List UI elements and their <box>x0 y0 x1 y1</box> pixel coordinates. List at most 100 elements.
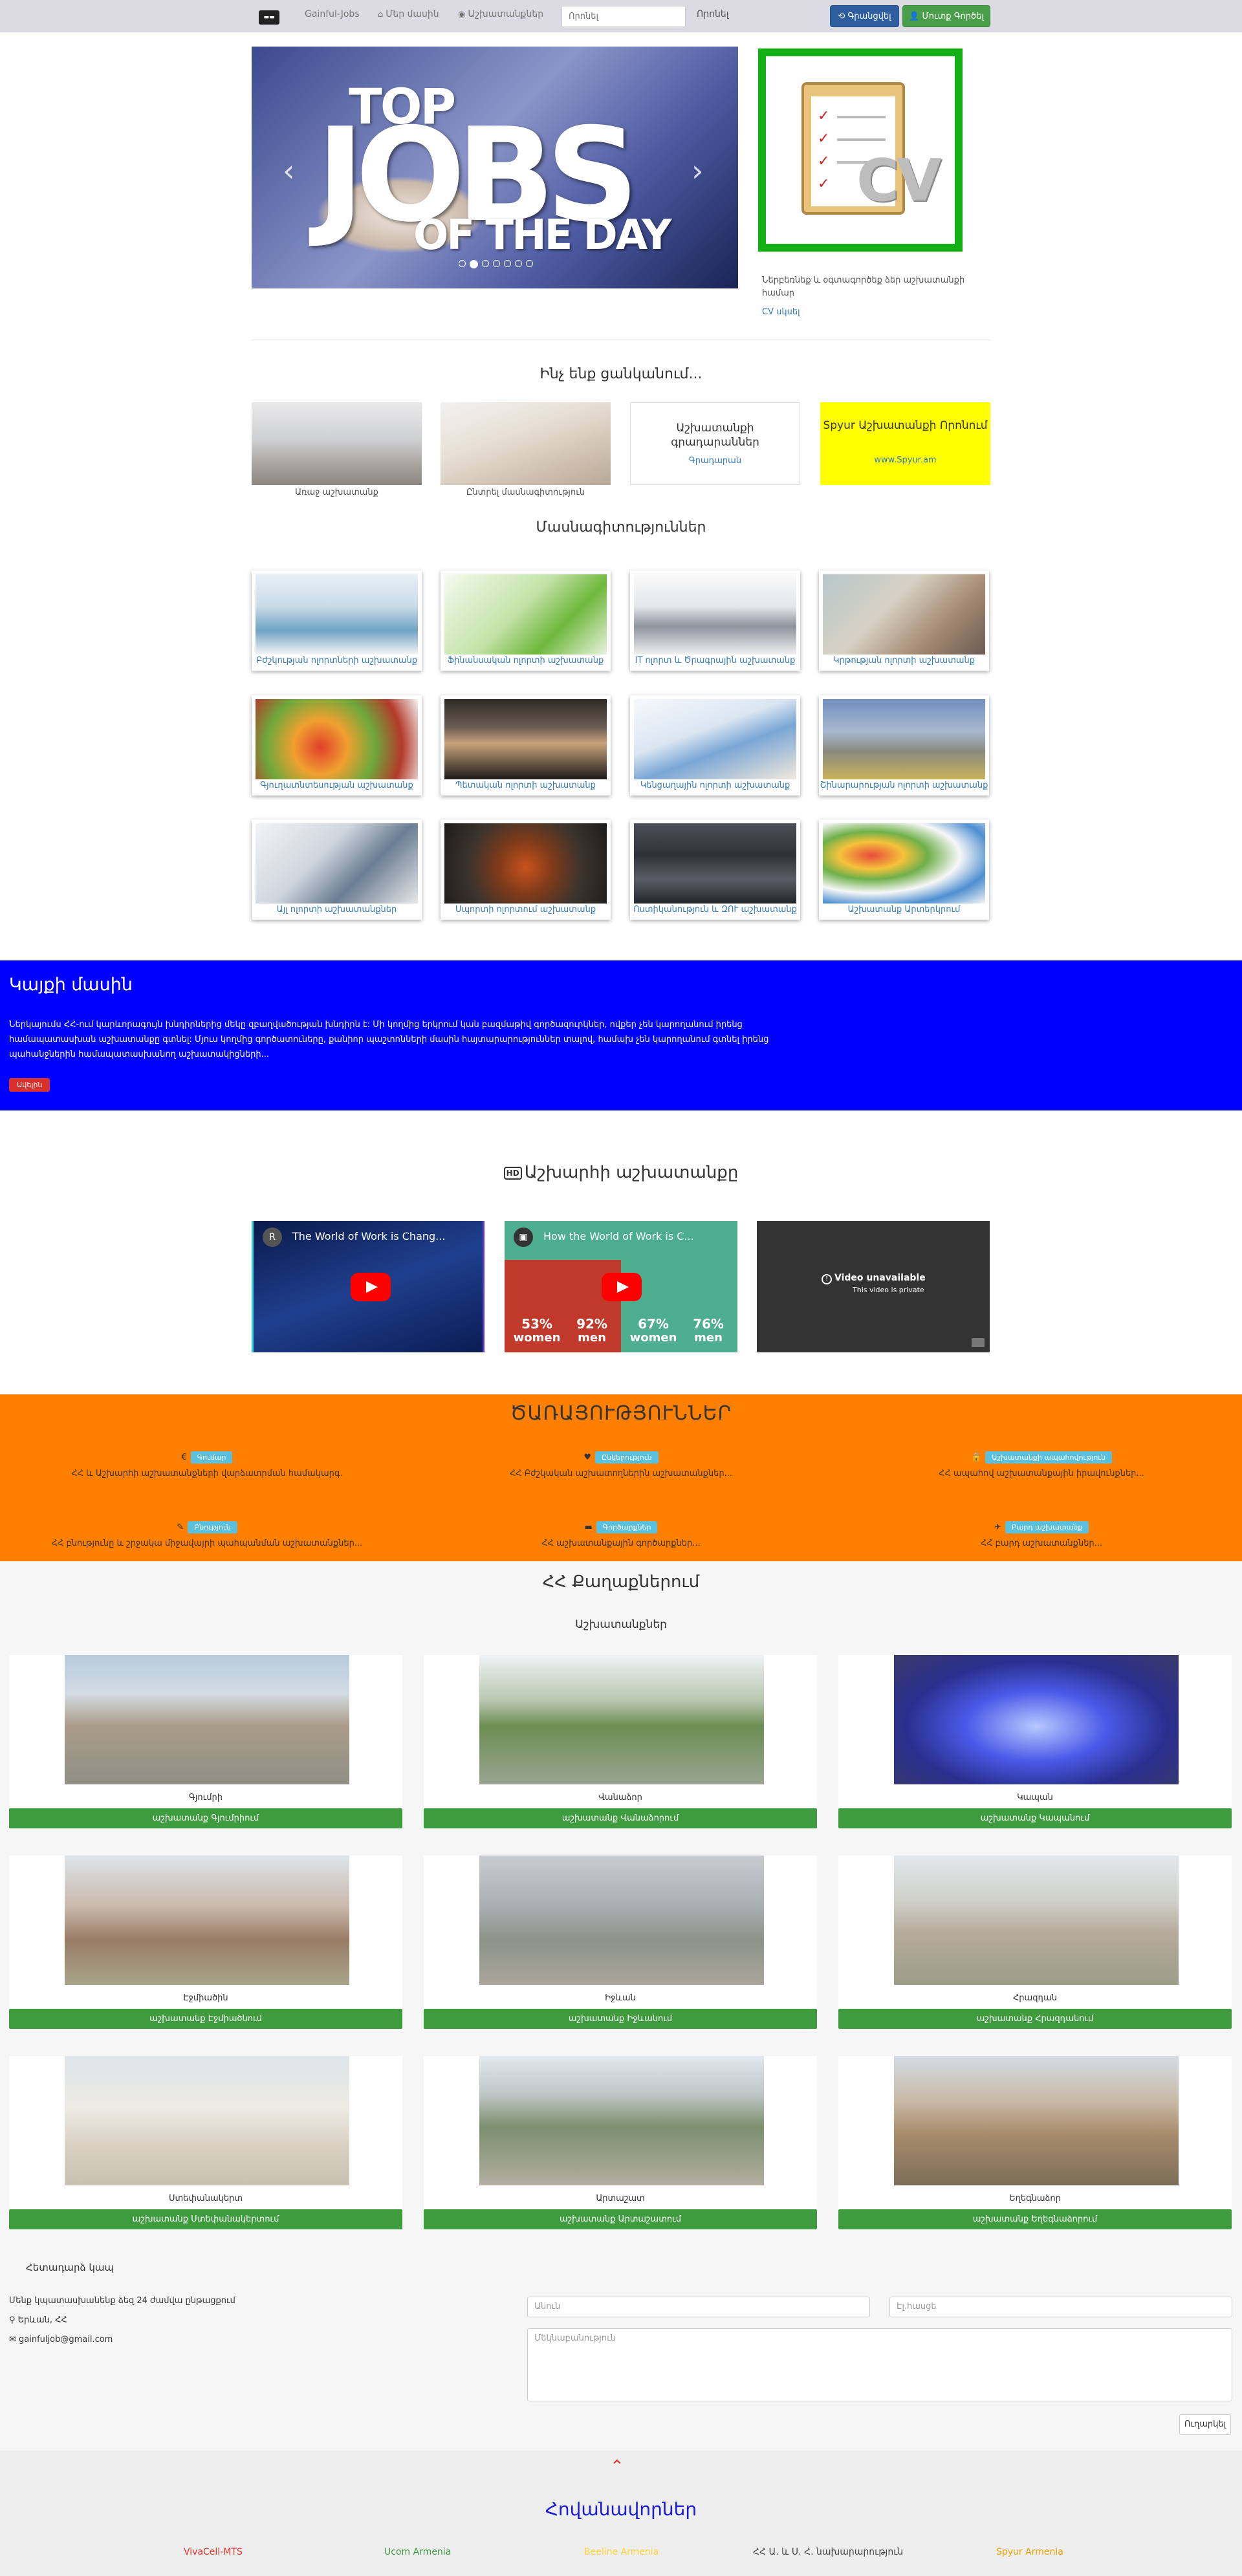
nav-jobs-link[interactable]: ◉ Աշխատանքներ <box>458 9 543 19</box>
search-button[interactable]: Որոնել <box>697 9 729 19</box>
specialty-card-it[interactable]: IT ոլորտ և Ծրագրային աշխատանք <box>630 570 800 671</box>
leaf-icon: ✎ <box>177 1522 184 1532</box>
carousel-dot[interactable] <box>504 260 511 267</box>
contact-name-input[interactable]: Անուն <box>527 2297 870 2317</box>
carousel-dot[interactable] <box>482 260 489 267</box>
specialty-image <box>634 574 796 655</box>
specialty-card-household[interactable]: Կենցաղային ոլորտի աշխատանք <box>630 695 800 796</box>
posted-jobs-card[interactable]: Առաջ աշխատանք <box>252 402 422 497</box>
brand-logo-icon[interactable]: ▬▬ <box>259 10 279 25</box>
specialty-card-other[interactable]: Այլ ոլորտի աշխատանքներ <box>252 819 422 920</box>
service-pill[interactable]: Աշխատանքի ապահովություն <box>985 1451 1113 1464</box>
register-button[interactable]: 👤 Մուտք Գործել <box>902 5 990 27</box>
service-desc: ՀՀ Բժշկական աշխատողներին աշխատանքներ... <box>510 1469 732 1478</box>
specialty-image <box>444 574 607 655</box>
city-name: Էջմիածին <box>183 1993 228 2003</box>
check-icon: ✓ <box>818 153 830 169</box>
map-marker-icon: ⚲ <box>9 2315 18 2325</box>
service-pill[interactable]: Գործարքներ <box>596 1521 658 1533</box>
sponsor-link[interactable]: Spyur Armenia <box>996 2547 1063 2557</box>
city-jobs-button[interactable]: աշխատանք Էջմիածնում <box>9 2009 402 2029</box>
job-library-card[interactable]: Աշխատանքի գրադարաններ Գրադարան <box>630 402 800 485</box>
service-pill[interactable]: Գումար <box>190 1451 233 1464</box>
briefcase-icon: ▬ <box>584 1522 593 1532</box>
stat-who: women <box>629 1331 677 1345</box>
city-jobs-button[interactable]: աշխատանք Արտաշատում <box>424 2209 817 2229</box>
about-more-button[interactable]: Ավելին <box>9 1078 50 1092</box>
specialty-image <box>634 699 796 779</box>
city-jobs-button[interactable]: աշխատանք Գյումրիում <box>9 1808 402 1828</box>
youtube-icon[interactable] <box>972 1338 985 1347</box>
service-pill[interactable]: Բնություն <box>188 1521 237 1533</box>
specialty-card-medicine[interactable]: Բժշկության ոլորտների աշխատանք <box>252 570 422 671</box>
chevron-up-icon[interactable]: ⌃ <box>610 2457 624 2476</box>
sponsor-link[interactable]: Ucom Armenia <box>384 2547 451 2557</box>
city-jobs-button[interactable]: աշխատանք Իջևանում <box>424 2009 817 2029</box>
carousel-dot[interactable] <box>526 260 533 267</box>
spyur-link[interactable]: www.Spyur.am <box>820 455 990 465</box>
about-title: Կայքի մասին <box>9 975 133 995</box>
contact-description: Մենք կպատասխանենք ձեզ 24 ժամվա ընթացքում <box>9 2296 235 2306</box>
contact-send-button[interactable]: Ուղարկել <box>1179 2414 1231 2435</box>
sponsor-link[interactable]: VivaCell-MTS <box>184 2547 243 2557</box>
home-icon: ⌂ <box>378 10 384 19</box>
carousel-dot-active[interactable] <box>470 260 478 268</box>
sponsor-link[interactable]: ՀՀ Ա. և Ս. Հ. նախարարություն <box>753 2547 903 2557</box>
top-jobs-carousel[interactable]: TOP JOBS OF THE DAY ‹ › <box>252 47 738 288</box>
warning-icon: ! <box>822 1274 832 1284</box>
job-library-link[interactable]: Գրադարան <box>631 456 800 466</box>
specialty-card-agriculture[interactable]: Գյուղատնտեսության աշխատանք <box>252 695 422 796</box>
carousel-dot[interactable] <box>515 260 522 267</box>
play-icon[interactable] <box>602 1273 642 1301</box>
city-jobs-button[interactable]: աշխատանք Ստեփանակերտում <box>9 2209 402 2229</box>
specialty-card-abroad[interactable]: Աշխատանք Արտերկրում <box>819 819 989 920</box>
login-label: Գրանցվել <box>847 12 891 21</box>
choose-profession-card[interactable]: Ընտրել մասնագիտություն <box>441 402 611 497</box>
about-section: Կայքի մասին Ներկայումս ՀՀ-ում կարևորագու… <box>0 960 1242 1110</box>
login-button[interactable]: ⟲ Գրանցվել <box>830 5 899 27</box>
city-jobs-button[interactable]: աշխատանք Կապանում <box>838 1808 1232 1828</box>
cities-subtitle: Աշխատանքներ <box>575 1618 667 1631</box>
play-icon[interactable] <box>351 1273 391 1301</box>
city-jobs-button[interactable]: աշխատանք Վանաձորում <box>424 1808 817 1828</box>
carousel-title-bottom: OF THE DAY <box>413 211 671 259</box>
footer: ⌃ Հովանավորներ VivaCell-MTS Ucom Armenia… <box>0 2451 1242 2576</box>
contact-location: ⚲ Երևան, ՀՀ <box>9 2315 67 2325</box>
service-pill[interactable]: Բարդ աշխատանք <box>1005 1521 1089 1533</box>
video-player[interactable]: ▣ How the World of Work is C... 53% women… <box>505 1221 737 1352</box>
contact-email-input[interactable]: Էլ.հասցե <box>889 2297 1232 2317</box>
city-jobs-button[interactable]: աշխատանք Եղեգնաձորում <box>838 2209 1232 2229</box>
brand-link[interactable]: Gainful-Jobs <box>305 9 360 19</box>
carousel-dot[interactable] <box>493 260 500 267</box>
city-photo <box>65 2056 349 2185</box>
spyur-card[interactable]: Spyur Աշխատանքի Որոնում www.Spyur.am <box>820 402 990 485</box>
specialty-card-education[interactable]: Կրթության ոլորտի աշխատանք <box>819 570 989 671</box>
service-pill[interactable]: Ընկերություն <box>595 1451 659 1464</box>
carousel-prev-icon[interactable]: ‹ <box>283 153 294 188</box>
carousel-dot[interactable] <box>459 260 466 267</box>
specialty-card-construction[interactable]: Շինարարության ոլորտի աշխատանք <box>819 695 989 796</box>
cities-title: ՀՀ Քաղաքներում <box>542 1572 700 1592</box>
city-jobs-button[interactable]: աշխատանք Հրազդանում <box>838 2009 1232 2029</box>
services-section: ԾԱՌԱՅՈՒԹՅՈՒՆՆԵՐ € Գումար ՀՀ և Աշխարհի աշխ… <box>0 1394 1242 1561</box>
specialty-card-sports[interactable]: Սպորտի ոլորտում աշխատանք <box>441 819 611 920</box>
specialty-image <box>444 699 607 779</box>
city-photo <box>894 2056 1179 2185</box>
carousel-next-icon[interactable]: › <box>692 153 703 188</box>
cv-image[interactable]: ✓ ✓ ✓ ✓ CV <box>758 49 963 252</box>
specialty-card-finance[interactable]: Ֆինանսական ոլորտի աշխատանք <box>441 570 611 671</box>
video-player[interactable]: R The World of Work is Chang... <box>252 1221 485 1352</box>
specialty-card-police[interactable]: Ոստիկանություն և ԶՈՒ աշխատանք <box>630 819 800 920</box>
specialties-title: Մասնագիտություններ <box>536 519 706 536</box>
contact-message-textarea[interactable]: Մեկնաբանություն <box>527 2328 1232 2401</box>
top-navbar: ▬▬ Gainful-Jobs ⌂ Մեր մասին ◉ Աշխատանքներ … <box>0 0 1242 32</box>
video-player-unavailable[interactable]: ! Video unavailable This video is privat… <box>757 1221 990 1352</box>
video-private-text: This video is private <box>853 1286 924 1294</box>
specialty-card-government[interactable]: Պետական ոլորտի աշխատանք <box>441 695 611 796</box>
search-input[interactable] <box>561 6 686 27</box>
specialty-label: IT ոլորտ և Ծրագրային աշխատանք <box>635 656 796 666</box>
sponsor-link[interactable]: Beeline Armenia <box>584 2547 659 2557</box>
nav-about-link[interactable]: ⌂ Մեր մասին <box>378 9 439 19</box>
cv-start-link[interactable]: CV սկսել <box>762 307 800 317</box>
wrench-icon: ✈ <box>994 1522 1001 1532</box>
